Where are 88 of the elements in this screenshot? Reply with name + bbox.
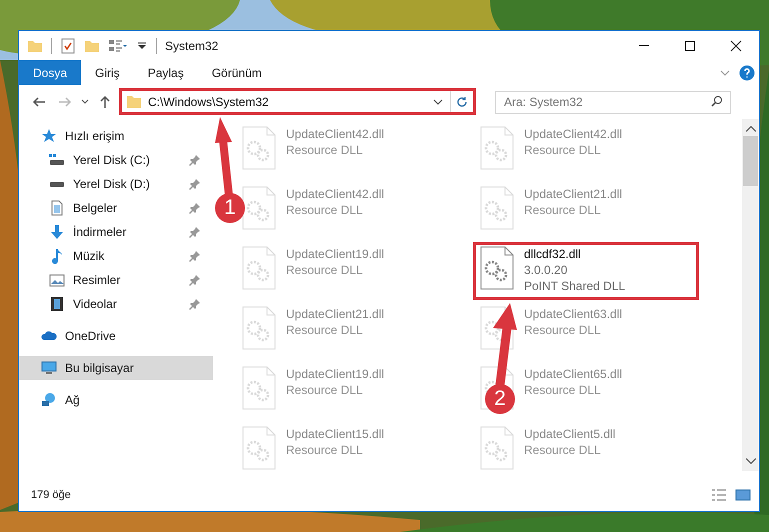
ribbon-tab[interactable]: Dosya (19, 60, 82, 85)
monitor-icon (41, 360, 57, 376)
file-detail: Resource DLL (524, 382, 602, 398)
recent-caret-icon[interactable] (81, 98, 89, 106)
file-name: UpdateClient63.dll (524, 306, 622, 322)
sidebar-item[interactable]: Ağ (19, 388, 213, 412)
sidebar-item[interactable]: Videolar (19, 292, 213, 316)
sidebar-item[interactable]: Resimler (19, 268, 213, 292)
file-detail: PoINT Shared DLL (524, 278, 626, 294)
file-name: dllcdf32.dll (524, 246, 582, 262)
scroll-down-icon[interactable] (744, 458, 756, 464)
address-field[interactable]: C:\Windows\System32 (119, 88, 476, 115)
sidebar-item[interactable]: Yerel Disk (D:) (19, 172, 213, 196)
file-detail: Resource DLL (524, 322, 602, 338)
maximize-icon (684, 40, 696, 52)
highlighted-file-frame[interactable]: dllcdf32.dll 3.0.0.20 PoINT Shared DLL (473, 242, 699, 300)
gear-file-icon (242, 426, 276, 470)
file-name: UpdateClient21.dll (286, 306, 384, 322)
file-name: UpdateClient19.dll (286, 246, 384, 262)
pin-icon[interactable] (189, 250, 201, 262)
ribbon-tab[interactable]: Görünüm (198, 60, 276, 85)
file-name: UpdateClient15.dll (286, 426, 384, 442)
pin-icon[interactable] (189, 202, 201, 214)
sidebar-item[interactable]: Yerel Disk (C:) (19, 148, 213, 172)
network-globe-icon (41, 392, 57, 408)
picture-icon (49, 272, 65, 288)
view-options-icon[interactable] (108, 38, 128, 54)
file-detail: Resource DLL (524, 202, 602, 218)
gear-file-icon (480, 426, 514, 470)
gear-file-icon (242, 126, 276, 170)
folder-icon (126, 94, 142, 110)
pin-icon[interactable] (189, 298, 201, 310)
ribbon-tab[interactable]: Giriş (81, 60, 134, 85)
file-name: UpdateClient21.dll (524, 186, 622, 202)
scrollbar-thumb[interactable] (743, 136, 758, 186)
file-detail: Resource DLL (286, 202, 364, 218)
pin-icon[interactable] (189, 226, 201, 238)
large-icons-view-icon[interactable] (735, 487, 751, 503)
status-item-count: 179 öğe (31, 488, 71, 502)
minimize-icon (638, 45, 650, 46)
pin-icon[interactable] (189, 178, 201, 190)
file-name: UpdateClient42.dll (286, 126, 384, 142)
sidebar-item[interactable]: İndirmeler (19, 220, 213, 244)
gear-file-icon (242, 186, 276, 230)
file-name: UpdateClient65.dll (524, 366, 622, 382)
file-detail: 3.0.0.20 (524, 262, 568, 278)
drive-icon (49, 152, 65, 168)
ribbon-tab[interactable]: Paylaş (134, 60, 198, 85)
gear-file-icon (480, 126, 514, 170)
file-name: UpdateClient42.dll (286, 186, 384, 202)
window-title: System32 (165, 38, 218, 54)
file-detail: Resource DLL (286, 322, 364, 338)
sidebar-item[interactable]: Belgeler (19, 196, 213, 220)
gear-file-icon (480, 246, 514, 290)
file-detail: Resource DLL (524, 142, 602, 158)
file-detail: Resource DLL (286, 382, 364, 398)
scrollbar[interactable] (742, 119, 759, 471)
file-name: UpdateClient42.dll (524, 126, 622, 142)
help-icon[interactable] (739, 64, 755, 80)
drive-icon (49, 182, 65, 186)
file-detail: Resource DLL (524, 442, 602, 458)
search-field[interactable]: Ara: System32 (495, 90, 731, 114)
gear-file-icon (480, 186, 514, 230)
pin-icon[interactable] (189, 154, 201, 166)
file-detail: Resource DLL (286, 142, 364, 158)
gear-file-icon (242, 366, 276, 410)
file-name: UpdateClient19.dll (286, 366, 384, 382)
file-detail: Resource DLL (286, 262, 364, 278)
gear-file-icon (242, 246, 276, 290)
sidebar-item[interactable]: Müzik (19, 244, 213, 268)
file-detail: Resource DLL (286, 442, 364, 458)
scroll-up-icon[interactable] (744, 126, 756, 132)
document-icon (49, 200, 65, 216)
download-arrow-icon (49, 224, 65, 240)
close-icon (730, 40, 742, 52)
details-view-icon[interactable] (711, 487, 727, 503)
customize-arrow-icon[interactable] (136, 40, 148, 52)
search-icon[interactable] (711, 95, 723, 107)
sidebar-item[interactable]: Bu bilgisayar (19, 356, 213, 380)
film-icon (49, 296, 65, 312)
star-icon (41, 128, 57, 144)
file-name: UpdateClient5.dll (524, 426, 616, 442)
pin-icon[interactable] (189, 274, 201, 286)
refresh-icon[interactable] (456, 96, 468, 108)
gear-file-icon (242, 306, 276, 350)
properties-icon[interactable] (60, 38, 76, 54)
sidebar-item[interactable]: Hızlı erişim (19, 124, 213, 148)
sidebar-item[interactable]: OneDrive (19, 324, 213, 348)
